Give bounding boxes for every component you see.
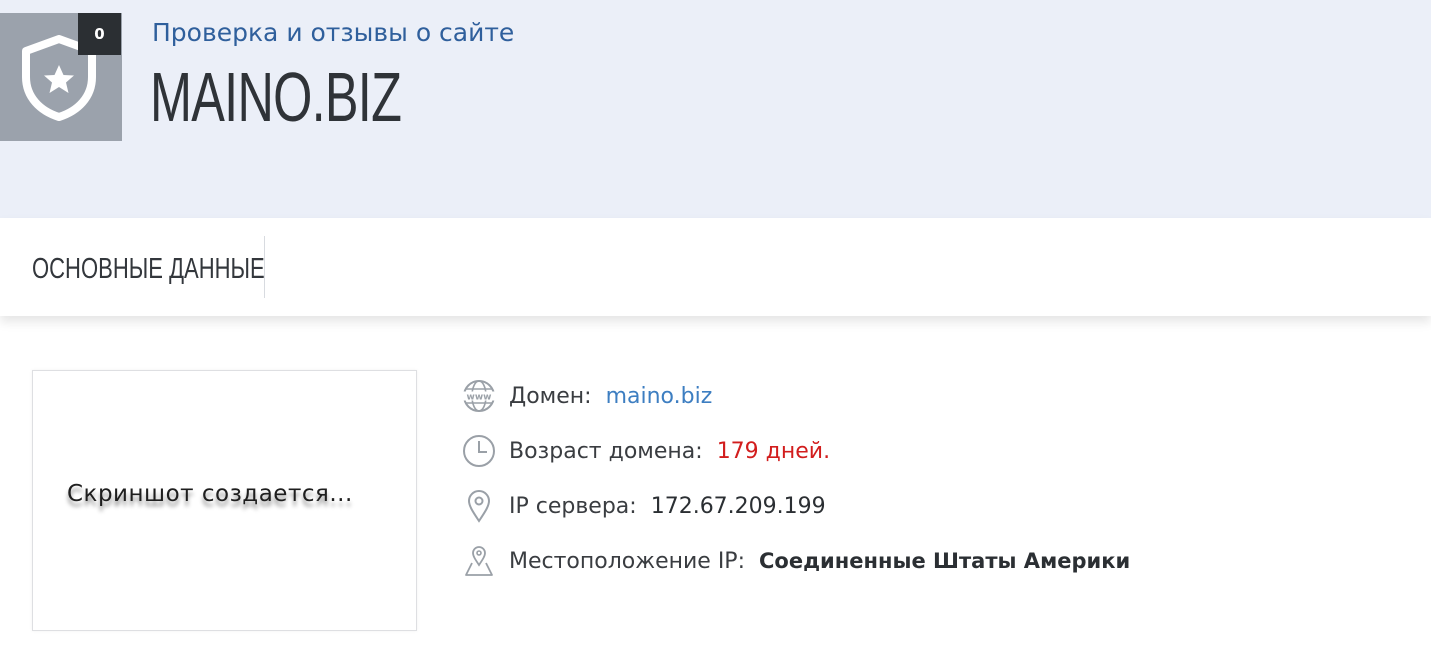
domain-link[interactable]: maino.biz: [606, 384, 713, 409]
server-ip-label: IP сервера:: [509, 493, 637, 519]
tab-main-data[interactable]: ОСНОВНЫЕ ДАННЫЕ: [32, 253, 265, 286]
page-title: MAINO.BIZ: [150, 58, 402, 136]
site-screenshot-preview: Скриншот создается...: [32, 370, 417, 631]
review-count-badge: 0: [78, 13, 121, 55]
location-pin-icon: [461, 488, 497, 524]
info-row-domain-age: Возраст домена: 179 дней.: [461, 431, 830, 471]
server-ip-value: 172.67.209.199: [650, 493, 826, 519]
domain-label: Домен:: [509, 383, 592, 409]
info-row-domain: www Домен: maino.biz: [461, 376, 712, 416]
domain-age-label: Возраст домена:: [509, 438, 703, 464]
screenshot-placeholder-text: Скриншот создается...: [67, 481, 353, 507]
site-header: 0 Проверка и отзывы о сайте MAINO.BIZ: [0, 0, 1431, 218]
ip-location-value: Соединенные Штаты Америки: [758, 549, 1131, 573]
svg-text:www: www: [467, 393, 492, 403]
tab-bar: ОСНОВНЫЕ ДАННЫЕ: [0, 218, 1431, 316]
tab-divider: [264, 236, 265, 298]
domain-age-value: 179 дней.: [716, 438, 831, 464]
page-subtitle: Проверка и отзывы о сайте: [152, 18, 515, 47]
map-pin-icon: [461, 543, 497, 579]
info-row-ip-location: Местоположение IP: Соединенные Штаты Аме…: [461, 541, 1130, 581]
clock-icon: [461, 433, 497, 469]
info-row-server-ip: IP сервера: 172.67.209.199: [461, 486, 826, 526]
ip-location-label: Местоположение IP:: [509, 548, 745, 574]
www-globe-icon: www: [461, 378, 497, 414]
